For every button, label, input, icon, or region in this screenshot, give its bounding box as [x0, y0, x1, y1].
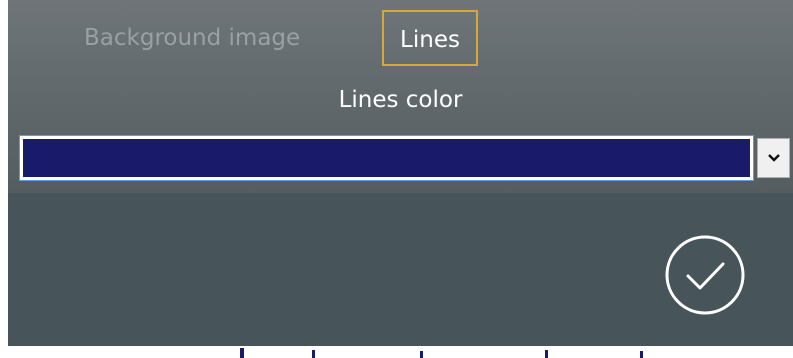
confirm-button[interactable] [664, 234, 746, 316]
chevron-down-icon [767, 154, 780, 162]
dropdown-button[interactable] [757, 138, 790, 178]
tab-bar: Background image Lines [8, 10, 793, 68]
canvas-line-mark [545, 350, 548, 358]
lines-color-swatch[interactable] [19, 135, 754, 181]
canvas-line-mark [640, 351, 643, 358]
lines-color-label: Lines color [338, 87, 463, 113]
canvas-line-mark [420, 351, 423, 358]
lines-settings-panel: Background image Lines Lines color [8, 0, 793, 346]
lines-color-select[interactable] [19, 135, 792, 181]
check-circle-icon [665, 235, 745, 315]
panel-header-area: Background image Lines Lines color [8, 0, 793, 193]
canvas-line-mark [312, 350, 315, 358]
canvas-line-mark [240, 348, 244, 358]
tab-background-image[interactable]: Background image [84, 10, 300, 66]
background-canvas-bottom [0, 346, 793, 358]
tab-lines[interactable]: Lines [382, 10, 478, 66]
